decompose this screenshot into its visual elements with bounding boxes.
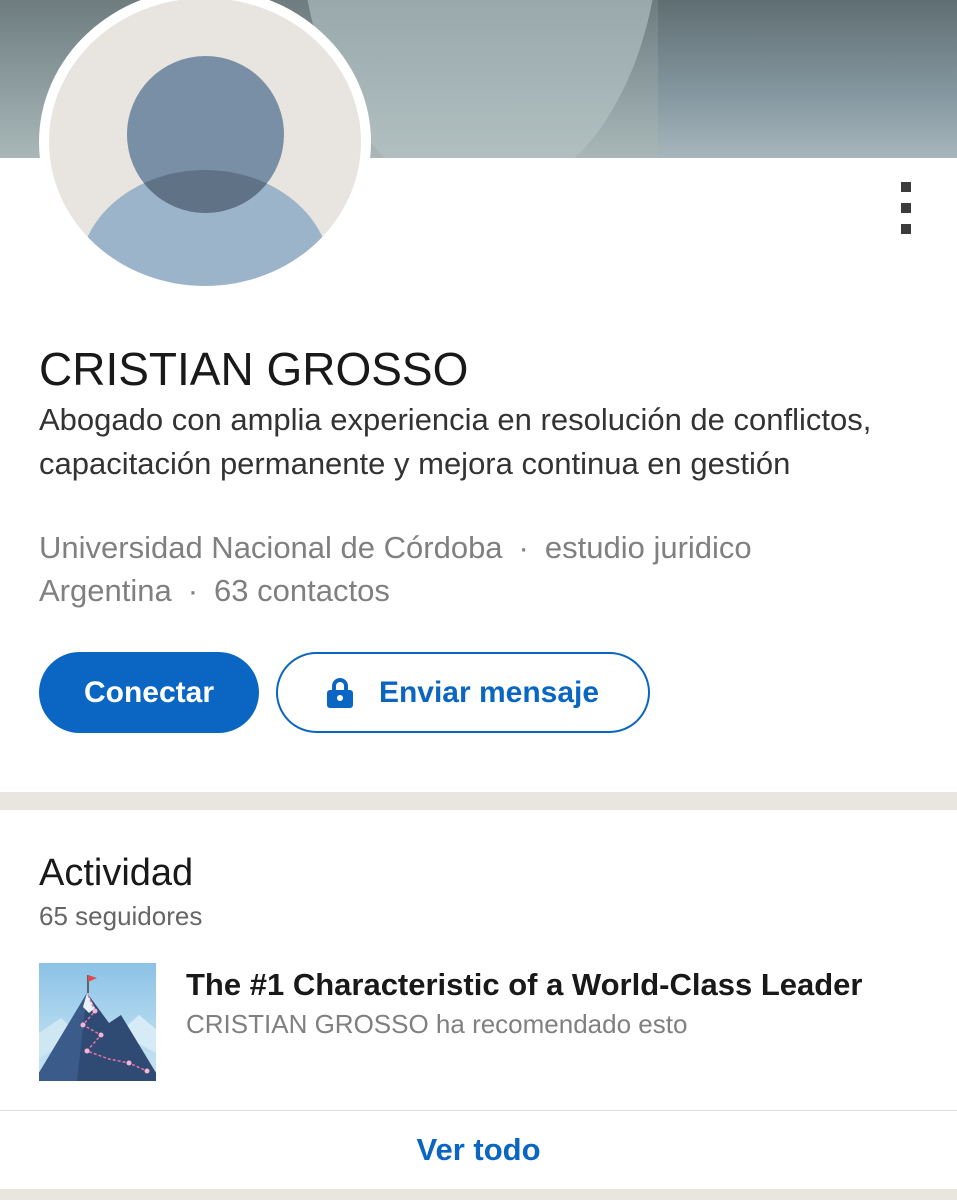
separator-dot: · [518,530,529,565]
avatar-placeholder-icon [49,0,361,286]
send-message-button[interactable]: Enviar mensaje [276,652,650,733]
activity-title: Actividad [39,852,194,894]
lock-icon [326,677,353,708]
education-text[interactable]: Universidad Nacional de Córdoba [39,530,503,565]
profile-meta-line-1: Universidad Nacional de Córdoba · estudio … [39,528,752,568]
more-vertical-icon[interactable] [896,182,916,234]
see-all-button[interactable]: Ver todo [0,1111,957,1189]
connect-button[interactable]: Conectar [39,652,259,733]
profile-name: CRISTIAN GROSSO [39,343,469,395]
send-message-label: Enviar mensaje [378,675,600,709]
dot [901,224,911,234]
activity-item-title[interactable]: The #1 Characteristic of a World-Class L… [186,965,863,1005]
see-all-label: Ver todo [416,1132,541,1167]
location-text: Argentina [39,573,172,608]
cover-panel [658,0,957,158]
dot [901,182,911,192]
activity-item[interactable]: The #1 Characteristic of a World-Class L… [39,963,929,1081]
dot [901,203,911,213]
profile-meta-line-2: Argentina · 63 contactos [39,571,390,611]
section-divider [0,792,957,810]
profile-headline: Abogado con amplia experiencia en resolu… [39,402,872,481]
connect-button-label: Conectar [83,675,215,709]
connections-link[interactable]: 63 contactos [214,573,390,608]
profile-avatar[interactable] [39,0,371,296]
separator-dot: · [187,573,199,608]
followers-count[interactable]: 65 seguidores [39,899,202,933]
company-text[interactable]: estudio juridico [545,530,752,565]
avatar-head [127,56,284,213]
mountain-flag-image [39,963,156,1081]
section-divider-bottom [0,1189,957,1200]
activity-item-subtitle: CRISTIAN GROSSO ha recomendado esto [186,1009,688,1039]
